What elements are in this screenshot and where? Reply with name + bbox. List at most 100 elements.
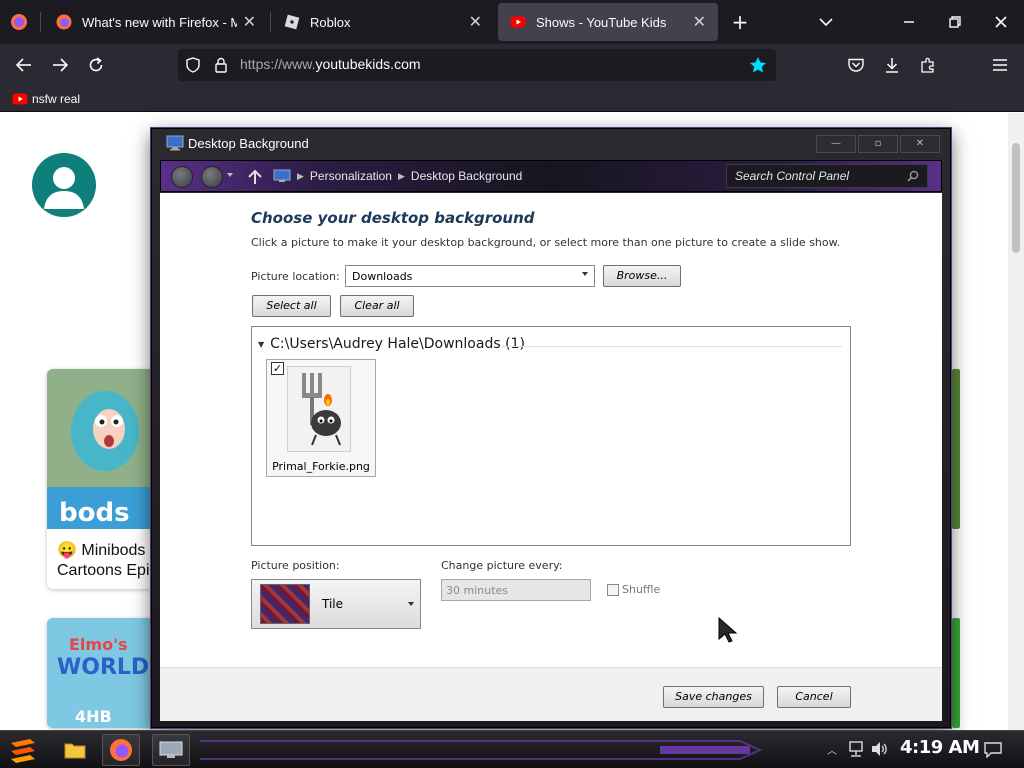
taskbar-file-explorer[interactable] [56,734,94,766]
change-interval-select[interactable]: 30 minutes [441,579,591,601]
mouse-cursor-icon [718,617,738,643]
start-button[interactable] [4,734,42,766]
picture-list[interactable]: ▼ C:\Users\Audrey Hale\Downloads (1) ✓ P… [251,326,851,546]
picture-position-label: Picture position: [251,559,340,572]
close-icon[interactable]: ✕ [693,12,706,32]
list-tabs-chevron-down-icon[interactable] [814,12,838,32]
change-picture-label: Change picture every: [441,559,563,572]
picture-position-select[interactable]: Tile [251,579,421,629]
roblox-icon [284,14,300,30]
start-orb-icon [11,739,35,763]
video-card[interactable]: bods 😛 Minibods Cartoons Epi [47,369,157,589]
reload-icon[interactable] [84,53,108,77]
volume-icon[interactable] [870,740,890,758]
url-bar[interactable]: https://www.youtubekids.com [178,49,776,81]
youtube-icon [12,93,28,105]
extensions-puzzle-icon[interactable] [916,53,940,77]
dialog-footer: Save changes Cancel [160,667,942,721]
action-center-icon[interactable] [982,740,1004,760]
save-changes-button[interactable]: Save changes [663,686,764,708]
tile-preview [260,584,310,624]
youtube-icon [510,16,526,28]
picture-thumbnail [287,366,351,452]
pocket-icon[interactable] [844,53,868,77]
tab-title: Shows - YouTube Kids [536,14,667,30]
tab-title: Roblox [310,14,351,30]
shield-icon[interactable] [184,56,202,74]
minimize-icon[interactable] [896,10,922,34]
dialog-minimize-button[interactable]: — [816,135,856,153]
back-button[interactable] [171,166,193,188]
back-arrow-icon[interactable] [12,53,36,77]
breadcrumb: ▶ Personalization ▶ Desktop Background [273,163,713,189]
desktop-background-window: Desktop Background — ▫ ✕ ▶ Personalizati… [151,128,951,728]
tab-roblox[interactable]: Roblox ✕ [272,3,494,41]
restore-icon[interactable] [942,10,968,34]
group-header[interactable]: ▼ C:\Users\Audrey Hale\Downloads (1) [258,336,525,352]
recent-pages-chevron-down-icon[interactable] [227,173,233,177]
firefox-icon [110,739,132,761]
svg-text:4HB: 4HB [75,707,112,726]
breadcrumb-arrow-icon[interactable]: ▶ [398,171,405,182]
search-control-panel-input[interactable] [727,165,897,187]
close-icon[interactable]: ✕ [469,12,482,32]
firefox-view-icon[interactable] [8,12,30,32]
clear-all-button[interactable]: Clear all [340,295,414,317]
taskbar-decoration [200,740,763,760]
tab-firefox-whatsnew[interactable]: What's new with Firefox - Mo ✕ [44,3,268,41]
collapse-arrow-icon[interactable]: ▼ [258,340,264,349]
tab-bar: What's new with Firefox - Mo ✕ Roblox ✕ … [0,0,1024,44]
tab-title: What's new with Firefox - Mo [82,14,237,30]
control-panel-icon [273,169,291,182]
explorer-address-bar: ▶ Personalization ▶ Desktop Background [160,160,942,192]
firefox-icon [56,14,72,30]
dialog-content: Choose your desktop background Click a p… [160,193,942,667]
profile-avatar[interactable] [32,153,96,217]
taskbar: ︿ 4:19 AM [0,730,1024,768]
tab-youtube-kids[interactable]: Shows - YouTube Kids ✕ [498,3,718,41]
cancel-button[interactable]: Cancel [777,686,851,708]
dropdown-arrow-icon [408,602,414,606]
network-icon[interactable] [846,740,866,758]
window-titlebar[interactable]: Desktop Background — ▫ ✕ [152,129,950,159]
dropdown-arrow-icon [582,272,588,276]
show-hidden-icons-chevron-icon[interactable]: ︿ [826,742,838,757]
page-scrollbar[interactable] [1008,113,1024,730]
lock-icon[interactable] [212,56,230,74]
dialog-maximize-button[interactable]: ▫ [858,135,898,153]
picture-location-select[interactable]: Downloads [345,265,595,287]
video-card[interactable]: Elmo's WORLD 4HB [47,618,157,728]
browse-button[interactable]: Browse... [603,265,681,287]
forward-arrow-icon[interactable] [48,53,72,77]
system-clock[interactable]: 4:19 AM [900,737,980,758]
bookmark-item[interactable]: nsfw real [12,90,80,108]
breadcrumb-item-personalization[interactable]: Personalization [310,169,392,183]
svg-text:WORLD: WORLD [57,655,149,680]
video-thumbnail: bods [47,369,157,529]
breadcrumb-arrow-icon[interactable]: ▶ [297,171,304,182]
user-icon [44,167,84,209]
shuffle-checkbox[interactable] [607,584,619,596]
picture-location-label: Picture location: [251,270,340,283]
close-icon[interactable]: ✕ [243,12,256,32]
breadcrumb-item-desktop-background[interactable]: Desktop Background [411,169,522,183]
svg-text:bods: bods [59,498,130,528]
new-tab-button[interactable]: + [728,10,752,34]
close-window-icon[interactable] [988,10,1014,34]
taskbar-firefox[interactable] [102,734,140,766]
menu-hamburger-icon[interactable] [988,53,1012,77]
page-heading: Choose your desktop background [251,209,535,227]
search-icon[interactable] [907,170,919,182]
url-text[interactable]: https://www.youtubekids.com [240,56,421,72]
picture-checkbox[interactable]: ✓ [271,362,284,375]
picture-item[interactable]: ✓ Primal_Forkie.png [266,359,376,477]
select-all-button[interactable]: Select all [252,295,331,317]
taskbar-control-panel[interactable] [152,734,190,766]
search-control-panel-box[interactable] [726,164,928,188]
download-icon[interactable] [880,53,904,77]
up-arrow-icon[interactable] [245,167,265,187]
scrollbar-thumb[interactable] [1012,143,1020,253]
bookmark-star-icon[interactable] [748,55,768,75]
dialog-close-button[interactable]: ✕ [900,135,940,153]
forward-button[interactable] [201,166,223,188]
